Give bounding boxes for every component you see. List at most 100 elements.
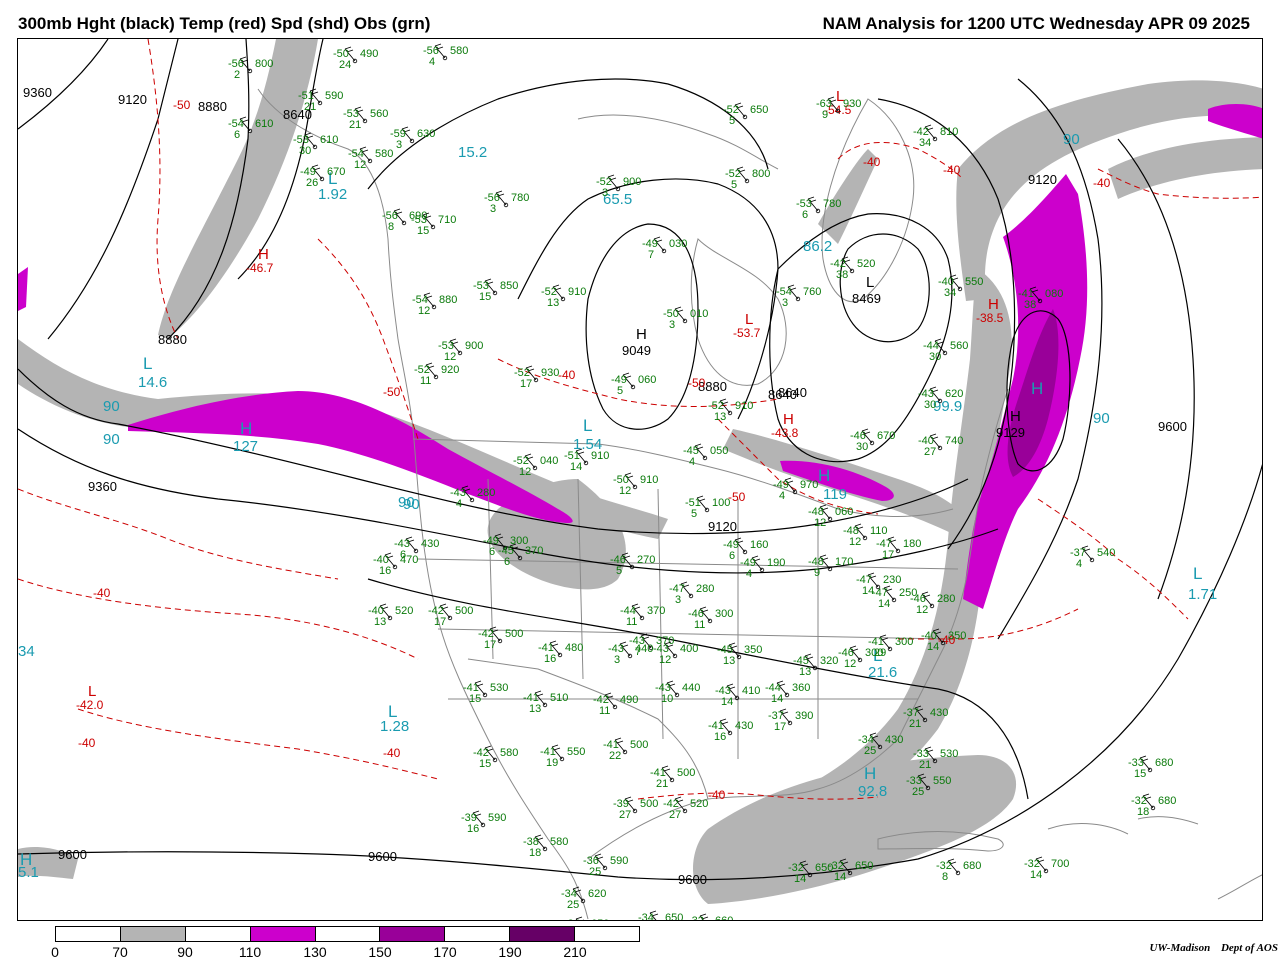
station-plot: -47 2803	[669, 581, 714, 606]
station-dewpoint-depression: 5	[617, 385, 623, 397]
station-plot: -45 32013	[793, 653, 838, 678]
station-height: 500	[630, 739, 648, 751]
station-plot: -42 49011	[593, 692, 638, 717]
temp-center-value: -53.7	[733, 326, 761, 340]
station-height: 500	[505, 628, 523, 640]
station-dewpoint-depression: 6	[729, 550, 735, 562]
station-height: 500	[677, 767, 695, 779]
station-height: 900	[465, 340, 483, 352]
station-height: 370	[647, 605, 665, 617]
jet-core-east	[1208, 104, 1262, 139]
speed-center-marker: L	[583, 416, 592, 435]
temp-label: -40	[943, 163, 961, 177]
station-dewpoint-depression: 11	[694, 619, 705, 631]
station-dewpoint-depression: 30	[929, 351, 941, 363]
station-plot: -52 91013	[541, 284, 586, 309]
station-dewpoint-depression: 15	[1134, 768, 1146, 780]
station-height: 520	[857, 258, 875, 270]
station-height: 440	[682, 682, 700, 694]
station-dewpoint-depression: 12	[849, 536, 861, 548]
station-dewpoint-depression: 15	[479, 291, 491, 303]
station-height: 560	[950, 340, 968, 352]
station-dewpoint-depression: 3	[782, 297, 788, 309]
station-plot: -43 44010	[655, 680, 700, 705]
speed-label: 99.9	[933, 398, 962, 415]
height-label: 9360	[23, 85, 52, 100]
station-height: 700	[1051, 858, 1069, 870]
station-dewpoint-depression: 21	[656, 778, 668, 790]
station-height: 680	[1155, 757, 1173, 769]
station-plot: -44 36014	[765, 680, 810, 705]
speed-label: 1.92	[318, 186, 347, 203]
station-height: 230	[883, 574, 901, 586]
station-plot: -45 35013	[717, 642, 762, 667]
station-height: 650	[855, 860, 873, 872]
station-dewpoint-depression: 14	[878, 598, 890, 610]
station-plot: -44 56030	[923, 338, 968, 363]
station-plot: -46 2705	[610, 552, 655, 577]
station-dewpoint-depression: 15	[417, 225, 429, 237]
station-height: 590	[488, 812, 506, 824]
station-plot: -52 8005	[725, 166, 770, 191]
station-height: 370	[525, 545, 543, 557]
station-height: 350	[744, 644, 762, 656]
speed-label: 127	[233, 438, 258, 455]
station-dewpoint-depression: 9	[814, 567, 820, 579]
station-plot: -54 7603	[776, 284, 821, 309]
station-dewpoint-depression: 4	[456, 498, 462, 510]
hgt-8640-mid	[769, 213, 953, 463]
station-height: 780	[823, 198, 841, 210]
station-plot: -44 37011	[620, 603, 665, 628]
station-dewpoint-depression: 25	[567, 899, 579, 911]
station-plot: -39 59016	[461, 810, 506, 835]
station-dewpoint-depression: 16	[467, 823, 479, 835]
station-plot: -49 0605	[611, 372, 656, 397]
legend-tick-label: 0	[51, 944, 59, 960]
station-dewpoint-depression: 17	[520, 378, 532, 390]
legend-tick-label: 90	[177, 944, 193, 960]
station-plot: -41 55019	[540, 744, 585, 769]
station-height: 170	[835, 556, 853, 568]
station-height: 160	[750, 539, 768, 551]
station-dewpoint-depression: 21	[349, 119, 361, 131]
height-label: 8880	[198, 99, 227, 114]
chart-title-right: NAM Analysis for 1200 UTC Wednesday APR …	[822, 14, 1250, 33]
legend-swatch	[185, 927, 251, 941]
temp-label: -40	[93, 586, 111, 600]
station-height: 550	[965, 276, 983, 288]
station-dewpoint-depression: 3	[669, 319, 675, 331]
legend-tick-label: 190	[498, 944, 522, 960]
station-height: 430	[930, 707, 948, 719]
legend-tick-label: 130	[303, 944, 327, 960]
station-dewpoint-depression: 12	[916, 604, 928, 616]
station-plot: -41 50021	[650, 765, 695, 790]
station-dewpoint-depression: 11	[420, 375, 431, 387]
temp-label: -50	[383, 385, 401, 399]
hgt-9600-east	[1117, 138, 1195, 600]
station-plot: -46 30011	[688, 606, 733, 631]
speed-label: 21.6	[868, 664, 897, 681]
station-height: 010	[690, 308, 708, 320]
speed-center-marker: H	[1031, 379, 1043, 398]
temp-label: -40	[1093, 176, 1111, 190]
station-dewpoint-depression: 4	[1076, 558, 1082, 570]
jet-core-pacific	[128, 391, 573, 524]
station-height: 580	[500, 747, 518, 759]
station-height: 620	[588, 888, 606, 900]
station-plot: -43 40012	[653, 641, 698, 666]
hgt-9360-west	[18, 39, 109, 130]
station-dewpoint-depression: 30	[924, 399, 936, 411]
station-plot: -48 1709	[808, 554, 853, 579]
station-height: 850	[500, 280, 518, 292]
station-height: 350	[948, 630, 966, 642]
temp-center-value: -38.5	[976, 311, 1004, 325]
station-plot: -39 50027	[613, 796, 658, 821]
weather-map: 9360 9120 8880 8640 8880 8640 9120 8880 8640 9600…	[17, 38, 1263, 921]
station-dewpoint-depression: 7	[648, 249, 654, 261]
station-height: 610	[320, 134, 338, 146]
station-dewpoint-depression: 12	[659, 654, 671, 666]
station-height: 660	[715, 915, 733, 921]
station-height: 550	[567, 746, 585, 758]
station-height: 580	[550, 836, 568, 848]
speed-legend	[55, 926, 640, 942]
